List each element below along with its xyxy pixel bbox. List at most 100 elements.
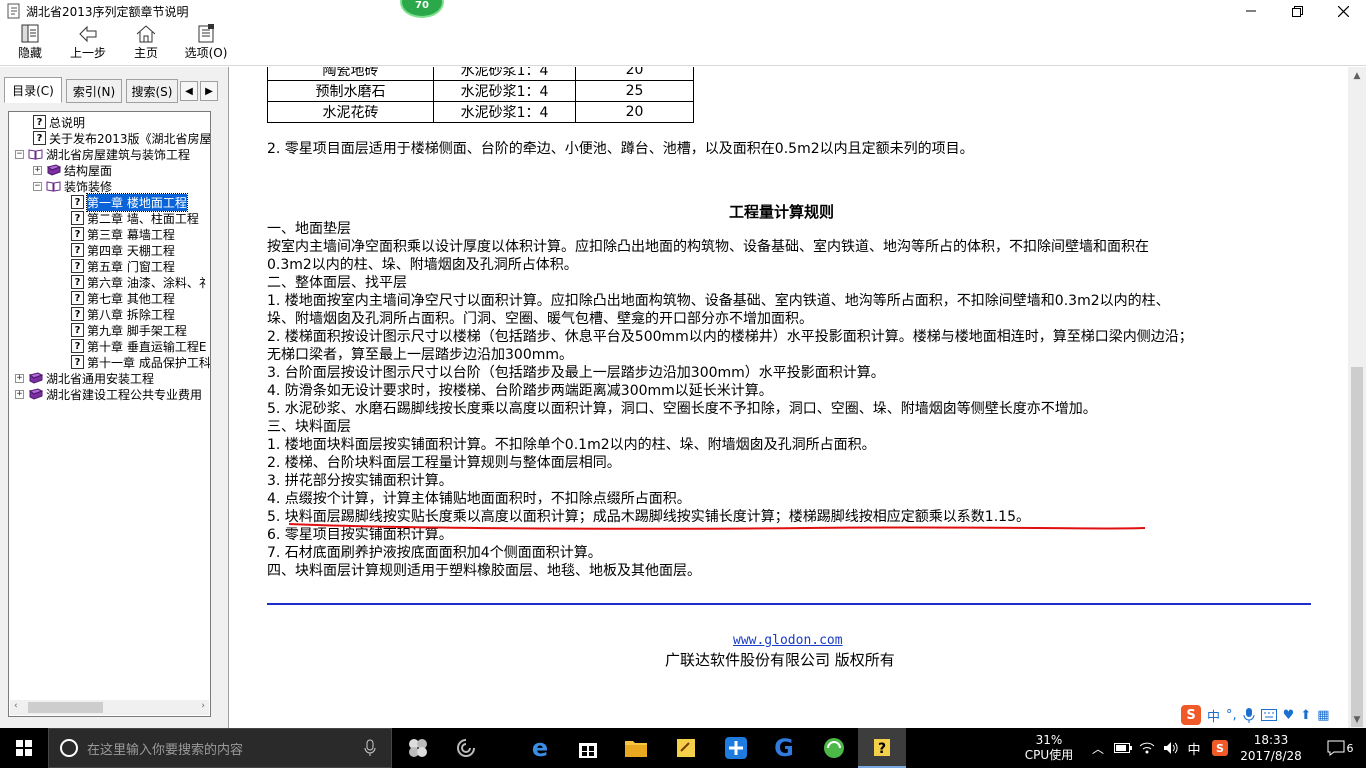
help-topic-icon: ? [71,227,84,241]
input-language[interactable]: 中 [1184,728,1204,768]
store-app[interactable] [564,728,612,768]
sogou-tray-icon[interactable]: S [1208,728,1232,768]
ime-toolbar[interactable]: S 中 °, ♥ ⬆ ▦ [1181,702,1366,728]
tree-item[interactable]: ? 第九章 脚手架工程 [71,322,187,338]
tree-horizontal-scrollbar[interactable]: ‹ › [10,700,209,715]
scroll-thumb[interactable] [28,702,103,713]
help-topic-icon: ? [71,339,84,353]
minimize-button[interactable] [1228,0,1274,22]
taskbar-search[interactable]: 在这里输入你要搜索的内容 [48,728,392,768]
360-browser-icon [824,738,844,758]
help-book-icon: ? [874,739,890,757]
tree-item[interactable]: ? 第十章 垂直运输工程E [71,338,206,354]
notepad-app[interactable] [662,728,710,768]
cpu-meter[interactable]: 31% CPU使用 [1018,728,1080,768]
help-topic-icon: ? [71,355,84,369]
battery-icon[interactable] [1112,728,1134,768]
expand-icon[interactable]: + [15,373,24,383]
app-swirl[interactable] [442,728,490,768]
tree-item[interactable]: ? 第三章 幕墙工程 [71,226,175,242]
pane-splitter[interactable] [220,67,228,728]
notification-icon [1327,740,1344,756]
tree-item[interactable]: ? 第六章 油漆、涂料、礻 [71,274,210,290]
skin-icon[interactable]: ♥ [1283,708,1295,723]
help-app-icon [7,3,20,19]
notebook-icon [677,739,695,757]
help-viewer-app[interactable]: ? [858,728,906,768]
more-icon[interactable]: ▦ [1317,708,1329,723]
help-topic-icon: ? [33,115,46,129]
search-placeholder: 在这里输入你要搜索的内容 [87,742,244,758]
wifi-icon[interactable] [1136,728,1158,768]
section-heading: 工程量计算规则 [729,203,835,221]
options-icon [198,24,214,43]
tree-item[interactable]: − 湖北省房屋建筑与装饰工程 [15,146,190,162]
glodon-icon [725,737,747,759]
hide-button[interactable]: 隐藏 [10,24,50,64]
window-title: 湖北省2013序列定额章节说明 [26,5,189,19]
show-hidden-icons[interactable]: ︿ [1088,728,1108,768]
tree-item[interactable]: ? 总说明 [33,114,85,130]
tree-item[interactable]: ? 第八章 拆除工程 [71,306,175,322]
task-view-app[interactable] [394,728,442,768]
tree-item[interactable]: − 装饰装修 [33,178,112,194]
file-explorer-app[interactable] [612,728,660,768]
tree-item[interactable]: ? 第七章 其他工程 [71,290,175,306]
expand-icon[interactable]: + [33,165,42,175]
help-topic-icon: ? [71,291,84,305]
tree-item-selected[interactable]: ? 第一章 楼地面工程 [71,192,188,212]
app-g[interactable]: G [760,728,808,768]
glodon-link[interactable]: www.glodon.com [733,633,843,648]
footer-divider [267,603,1311,605]
toolbox-icon[interactable]: ⬆ [1300,708,1311,723]
content-vertical-scrollbar[interactable]: ▲ ▼ [1348,67,1366,728]
close-button[interactable] [1320,0,1366,22]
start-button[interactable] [0,728,48,768]
ime-language[interactable]: 中 [1207,706,1220,725]
topic-content: 陶瓷地砖 水泥砂浆1：4 20 预制水磨石 水泥砂浆1：4 25 水泥花砖 水泥… [228,67,1348,728]
punctuation-icon[interactable]: °, [1226,708,1237,723]
scroll-left-icon[interactable]: ‹ [14,701,18,711]
collapse-icon[interactable]: − [15,149,24,159]
expand-icon[interactable]: + [15,389,24,399]
maximize-button[interactable] [1274,0,1320,22]
copyright-text: 广联达软件股份有限公司 版权所有 [665,651,895,669]
volume-icon[interactable] [1160,728,1182,768]
tree-item[interactable]: + 结构屋面 [33,162,112,178]
tree-item[interactable]: ? 关于发布2013版《湖北省房屋 [33,130,210,146]
tree-item[interactable]: ? 第五章 门窗工程 [71,258,175,274]
clock[interactable]: 18:33 2017/8/28 [1236,728,1306,768]
scroll-thumb[interactable] [1351,367,1363,727]
rule-line: 0.3m2以内的柱、垛、附墙烟囱及孔洞所占体积。 [267,257,578,273]
home-button[interactable]: 主页 [128,24,164,64]
table-row: 预制水磨石 水泥砂浆1：4 25 [267,80,694,102]
options-button[interactable]: 选项(O) [182,24,230,64]
tree-item[interactable]: ? 第四章 天棚工程 [71,242,175,258]
tree-item[interactable]: + 湖北省建设工程公共专业费用 [15,386,202,402]
action-center-button[interactable]: 6 [1318,728,1362,768]
microphone-icon[interactable] [1243,707,1255,723]
tab-scroll-right-button[interactable]: ▶ [200,81,218,101]
tree-item[interactable]: ? 第二章 墙、柱面工程 [71,210,199,226]
windows-logo-icon [16,740,32,756]
title-bar: 湖北省2013序列定额章节说明 70 [0,0,1366,22]
tree-item[interactable]: ? 第十一章 成品保护工科 [71,354,210,370]
keyboard-icon[interactable] [1260,709,1277,721]
tab-scroll-left-button[interactable]: ◀ [180,81,198,101]
scroll-right-icon[interactable]: › [201,701,205,711]
rule-line: 无梯口梁者，算至最上一层踏步边沿加300mm。 [267,347,573,363]
tab-contents[interactable]: 目录(C) [4,77,62,103]
edge-browser-app[interactable]: e [516,728,564,768]
tree-item[interactable]: + 湖北省通用安装工程 [15,370,154,386]
microphone-icon[interactable] [363,739,377,757]
tab-search[interactable]: 搜索(S) [126,79,178,103]
glodon-app[interactable] [712,728,760,768]
browser-360-app[interactable] [810,728,858,768]
collapse-icon[interactable]: − [33,181,42,191]
scroll-up-icon[interactable]: ▲ [1348,67,1366,84]
back-button[interactable]: 上一步 [66,24,110,64]
speed-ball-badge[interactable]: 70 [400,0,444,18]
contents-tree: ? 总说明 ? 关于发布2013版《湖北省房屋 − 湖北省房屋建筑与装饰工程 + 结… [8,111,211,717]
tab-index[interactable]: 索引(N) [66,79,122,103]
help-topic-icon: ? [71,211,84,225]
